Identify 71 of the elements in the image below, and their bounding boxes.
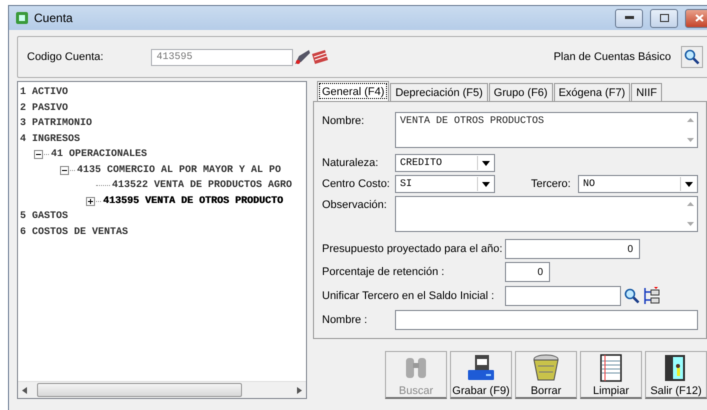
left-arrow-icon — [22, 386, 27, 394]
caret-icon — [685, 182, 693, 186]
field-label: Tercero: — [531, 178, 572, 190]
close-button[interactable] — [685, 8, 707, 28]
tree-item[interactable]: 4135 COMERCIO AL POR MAYOR Y AL PO — [77, 164, 282, 176]
close-icon — [694, 14, 704, 22]
toolbar-button[interactable]: Grabar (F9) — [450, 351, 512, 399]
field-label: Codigo Cuenta: — [27, 51, 104, 63]
toolbar-button[interactable]: Borrar — [515, 351, 577, 399]
tree-item[interactable]: 2 PASIVO — [20, 102, 68, 114]
retention-field[interactable]: 0 — [505, 262, 550, 282]
tree-item[interactable]: 3 PATRIMONIO — [20, 118, 92, 130]
tab[interactable]: General (F4) — [317, 81, 390, 101]
tab[interactable]: Depreciación (F5) — [390, 83, 488, 101]
name-field[interactable]: VENTA DE OTROS PRODUCTOS — [395, 112, 698, 148]
tree-item[interactable]: 413595 VENTA DE OTROS PRODUCTO — [103, 196, 284, 207]
account-code-field[interactable]: 413595 — [151, 48, 294, 66]
app-icon — [15, 11, 29, 25]
search-icon — [624, 288, 640, 304]
cost-center-dropdown[interactable]: SI — [395, 175, 495, 193]
field-label: Nombre: — [322, 114, 366, 127]
toolbar-button[interactable]: Limpiar — [580, 351, 642, 399]
tree-item[interactable]: 6 COSTOS DE VENTAS — [20, 226, 128, 238]
zip-drive-icon — [466, 354, 496, 382]
collapse-icon[interactable] — [60, 166, 69, 175]
minimize-icon — [624, 16, 634, 20]
tree-item[interactable]: 1 ACTIVO — [20, 87, 68, 98]
expand-icon[interactable] — [86, 196, 95, 206]
basket-icon — [532, 354, 560, 382]
tab[interactable]: Exógena (F7) — [554, 83, 630, 101]
pen-icon — [293, 48, 312, 66]
collapse-icon[interactable] — [34, 150, 43, 160]
field-label: Nombre : — [322, 314, 368, 326]
tree-item[interactable]: 413522 VENTA DE PRODUCTOS AGRO — [112, 180, 292, 192]
caret-icon — [482, 160, 490, 166]
field-label: Unificar Tercero en el Saldo Inicial : — [322, 290, 496, 302]
caret-icon — [482, 182, 490, 186]
tab[interactable]: NIIF — [631, 83, 662, 101]
tree-view-button[interactable] — [643, 285, 661, 307]
observation-field[interactable] — [395, 196, 698, 232]
field-label: Porcentaje de retención : — [322, 266, 446, 278]
up-arrow-icon — [686, 202, 694, 206]
third-party-dropdown[interactable]: NO — [578, 175, 698, 193]
keyboard-icon — [311, 48, 330, 66]
name-field[interactable] — [395, 310, 698, 330]
horizontal-scrollbar[interactable] — [18, 381, 306, 398]
maximize-button[interactable] — [650, 8, 678, 28]
tab[interactable]: Grupo (F6) — [488, 83, 553, 101]
search-button[interactable] — [681, 46, 703, 68]
right-arrow-icon — [297, 386, 302, 394]
budget-field[interactable]: 0 — [505, 239, 640, 259]
maximize-icon — [660, 14, 668, 22]
field-label: Observación: — [322, 198, 388, 211]
up-arrow-icon — [686, 118, 694, 122]
tree-item[interactable]: 5 GASTOS — [20, 211, 68, 222]
search-icon — [684, 49, 700, 65]
field-label: Presupuesto proyectado para el año: — [322, 243, 502, 255]
nature-dropdown[interactable]: CREDITO — [395, 154, 495, 172]
field-label: Centro Costo: — [322, 178, 391, 190]
tree-item[interactable]: 41 OPERACIONALES — [51, 149, 148, 160]
down-arrow-icon — [686, 222, 694, 226]
plan-label: Plan de Cuentas Básico — [554, 51, 671, 63]
down-arrow-icon — [686, 138, 694, 142]
minimize-button[interactable] — [615, 8, 643, 28]
toolbar-button[interactable]: Salir (F12) — [645, 351, 707, 399]
hierarchy-icon — [643, 287, 661, 305]
unify-third-party-field[interactable] — [505, 286, 621, 306]
window-title: Cuenta — [34, 11, 73, 25]
field-label: Naturaleza: — [322, 157, 380, 169]
notebook-icon — [598, 354, 624, 382]
tree-item[interactable]: 4 INGRESOS — [20, 134, 80, 145]
